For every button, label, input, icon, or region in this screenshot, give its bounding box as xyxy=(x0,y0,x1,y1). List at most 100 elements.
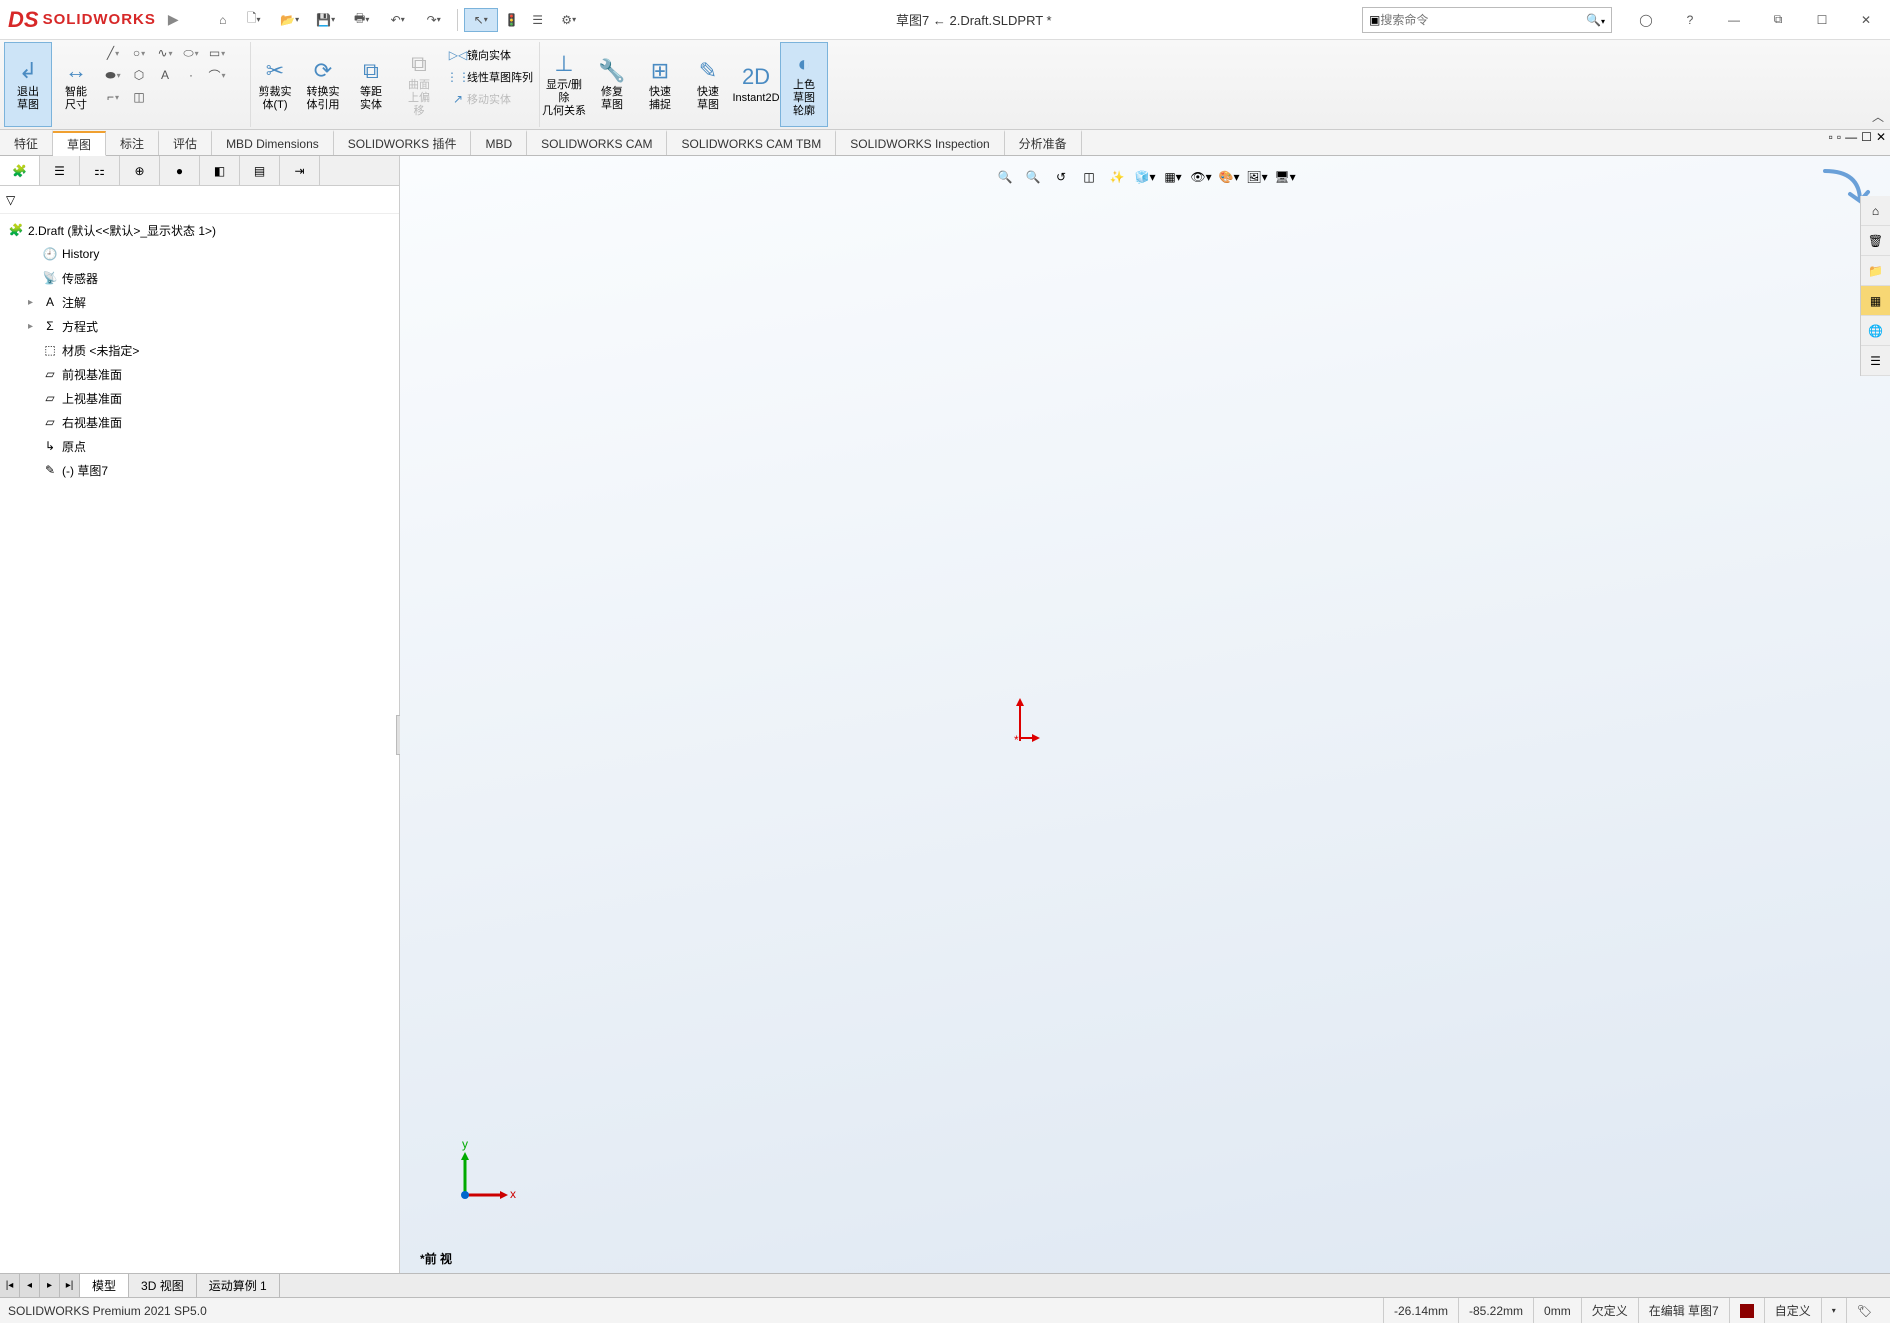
status-tag-icon[interactable]: 🏷 xyxy=(1846,1298,1882,1323)
tree-item-top-plane[interactable]: ▱上视基准面 xyxy=(0,386,399,410)
redo-icon[interactable]: ↷▾ xyxy=(417,8,451,32)
play-icon[interactable]: ▶ xyxy=(168,11,179,28)
polygon-icon[interactable]: ⬡ xyxy=(127,65,151,85)
smart-dimension-button[interactable]: ↔ 智能尺寸 xyxy=(52,42,100,127)
fillet-icon[interactable]: ⌐▾ xyxy=(101,87,125,107)
tab-next-icon[interactable]: ▸ xyxy=(40,1274,60,1297)
view-settings-icon[interactable]: 🖥▾ xyxy=(1272,164,1298,190)
maximize-icon[interactable]: ☐ xyxy=(1806,8,1838,32)
select-icon[interactable]: ↖▾ xyxy=(464,8,498,32)
view-orient-icon[interactable]: 🧊▾ xyxy=(1132,164,1158,190)
status-units[interactable]: 自定义 xyxy=(1764,1298,1821,1323)
tab-cam[interactable]: SOLIDWORKS CAM xyxy=(527,130,667,155)
tree-item-front-plane[interactable]: ▱前视基准面 xyxy=(0,362,399,386)
tab-mbd-dim[interactable]: MBD Dimensions xyxy=(212,130,334,155)
linear-pattern-button[interactable]: ⋮⋮线性草图阵列 xyxy=(449,67,533,87)
tab-first-icon[interactable]: |◂ xyxy=(0,1274,20,1297)
section-view-icon[interactable]: ◫ xyxy=(1076,164,1102,190)
tab-addins[interactable]: SOLIDWORKS 插件 xyxy=(334,130,472,155)
tab-evaluate[interactable]: 评估 xyxy=(159,130,212,155)
tree-root[interactable]: 🧩 2.Draft (默认<<默认>_显示状态 1>) xyxy=(0,218,399,242)
shade-sketch-button[interactable]: ◐ 上色草图轮廓 xyxy=(780,42,828,127)
user-icon[interactable]: ◯ xyxy=(1630,8,1662,32)
tab-motion[interactable]: 运动算例 1 xyxy=(197,1274,280,1297)
tree-tab-property[interactable]: ☰ xyxy=(40,156,80,185)
tree-tab-extra[interactable]: ⇥ xyxy=(280,156,320,185)
point-icon[interactable]: · xyxy=(179,65,203,85)
slot-icon[interactable]: ⬬▾ xyxy=(101,65,125,85)
home-icon[interactable]: ⌂ xyxy=(211,8,235,32)
view-triad[interactable]: x y xyxy=(450,1140,520,1213)
display-style-icon[interactable]: ▦▾ xyxy=(1160,164,1186,190)
traffic-light-icon[interactable]: 🚦 xyxy=(500,8,524,32)
repair-sketch-button[interactable]: 🔧 修复草图 xyxy=(588,42,636,127)
ellipse-icon[interactable]: ⬭▾ xyxy=(179,43,203,63)
options-icon[interactable]: ☰ xyxy=(526,8,550,32)
search-input[interactable] xyxy=(1380,13,1586,27)
tab-cam-tbm[interactable]: SOLIDWORKS CAM TBM xyxy=(667,130,836,155)
trim-button[interactable]: ✂ 剪裁实体(T) xyxy=(251,42,299,127)
doc-collapse-icon[interactable]: ▫ xyxy=(1829,130,1833,144)
taskpane-home-icon[interactable]: ⌂ xyxy=(1861,196,1890,226)
arc-icon[interactable]: ⌒▾ xyxy=(205,65,229,85)
doc-close-icon[interactable]: ✕ xyxy=(1876,130,1886,144)
tab-sketch[interactable]: 草图 xyxy=(53,131,106,156)
tree-item-equations[interactable]: ▸Σ方程式 xyxy=(0,314,399,338)
tree-item-origin[interactable]: ↳原点 xyxy=(0,434,399,458)
undo-icon[interactable]: ↶▾ xyxy=(381,8,415,32)
help-icon[interactable]: ? xyxy=(1674,8,1706,32)
offset-button[interactable]: ⧉ 等距实体 xyxy=(347,42,395,127)
tree-tab-config[interactable]: ⚏ xyxy=(80,156,120,185)
search-icon[interactable]: 🔍▾ xyxy=(1586,13,1605,27)
zoom-area-icon[interactable]: 🔍 xyxy=(1020,164,1046,190)
graphics-area[interactable]: 🔍 🔍 ↺ ◫ ✨ 🧊▾ ▦▾ 👁▾ 🎨▾ 🖼▾ 🖥▾ ✕ ⌂ 🗑 📁 ▦ 🌐 … xyxy=(400,156,1890,1273)
tree-tab-feature[interactable]: 🧩 xyxy=(0,156,40,185)
taskpane-design-lib-icon[interactable]: 📁 xyxy=(1861,256,1890,286)
tab-mbd[interactable]: MBD xyxy=(471,130,527,155)
taskpane-appearances-icon[interactable]: ☰ xyxy=(1861,346,1890,376)
convert-button[interactable]: ⟳ 转换实体引用 xyxy=(299,42,347,127)
command-search[interactable]: ▣ 🔍▾ xyxy=(1362,7,1612,33)
tree-tab-more[interactable]: ▤ xyxy=(240,156,280,185)
line-icon[interactable]: ╱▾ xyxy=(101,43,125,63)
dynamic-annot-icon[interactable]: ✨ xyxy=(1104,164,1130,190)
tab-analysis[interactable]: 分析准备 xyxy=(1005,130,1082,155)
tab-last-icon[interactable]: ▸| xyxy=(60,1274,80,1297)
save-icon[interactable]: 💾▾ xyxy=(309,8,343,32)
print-icon[interactable]: 🖶▾ xyxy=(345,8,379,32)
restore-icon[interactable]: ⧉ xyxy=(1762,8,1794,32)
taskpane-file-explorer-icon[interactable]: ▦ xyxy=(1861,286,1890,316)
doc-max-icon[interactable]: ☐ xyxy=(1861,130,1872,144)
new-icon[interactable]: 🗋▾ xyxy=(237,8,271,32)
tree-tab-display[interactable]: ◧ xyxy=(200,156,240,185)
mirror-button[interactable]: ▷◁镜向实体 xyxy=(449,45,533,65)
plane-icon[interactable]: ◫ xyxy=(127,87,151,107)
quick-snap-button[interactable]: ⊞ 快速捕捉 xyxy=(636,42,684,127)
tab-prev-icon[interactable]: ◂ xyxy=(20,1274,40,1297)
close-icon[interactable]: ✕ xyxy=(1850,8,1882,32)
taskpane-resources-icon[interactable]: 🗑 xyxy=(1861,226,1890,256)
exit-sketch-button[interactable]: ↲ 退出草图 xyxy=(4,42,52,127)
spline-icon[interactable]: ∿▾ xyxy=(153,43,177,63)
tab-3dview[interactable]: 3D 视图 xyxy=(129,1274,197,1297)
tree-tab-appearance[interactable]: ● xyxy=(160,156,200,185)
gear-icon[interactable]: ⚙▾ xyxy=(552,8,586,32)
rectangle-icon[interactable]: ▭▾ xyxy=(205,43,229,63)
tree-filter[interactable]: ▽ xyxy=(0,186,399,214)
tree-item-annotations[interactable]: ▸A注解 xyxy=(0,290,399,314)
tab-inspection[interactable]: SOLIDWORKS Inspection xyxy=(836,130,1004,155)
open-icon[interactable]: 📂▾ xyxy=(273,8,307,32)
tree-item-sketch7[interactable]: ✎(-) 草图7 xyxy=(0,458,399,482)
tab-model[interactable]: 模型 xyxy=(80,1274,129,1297)
circle-icon[interactable]: ○▾ xyxy=(127,43,151,63)
zoom-fit-icon[interactable]: 🔍 xyxy=(992,164,1018,190)
doc-min-icon[interactable]: — xyxy=(1845,130,1857,144)
edit-appearance-icon[interactable]: 🎨▾ xyxy=(1216,164,1242,190)
tree-item-material[interactable]: ⬚材质 <未指定> xyxy=(0,338,399,362)
doc-tile-icon[interactable]: ▫ xyxy=(1837,130,1841,144)
apply-scene-icon[interactable]: 🖼▾ xyxy=(1244,164,1270,190)
tree-item-right-plane[interactable]: ▱右视基准面 xyxy=(0,410,399,434)
hide-show-icon[interactable]: 👁▾ xyxy=(1188,164,1214,190)
text-icon[interactable]: A xyxy=(153,65,177,85)
collapse-ribbon-icon[interactable]: ︿ xyxy=(1872,108,1884,125)
